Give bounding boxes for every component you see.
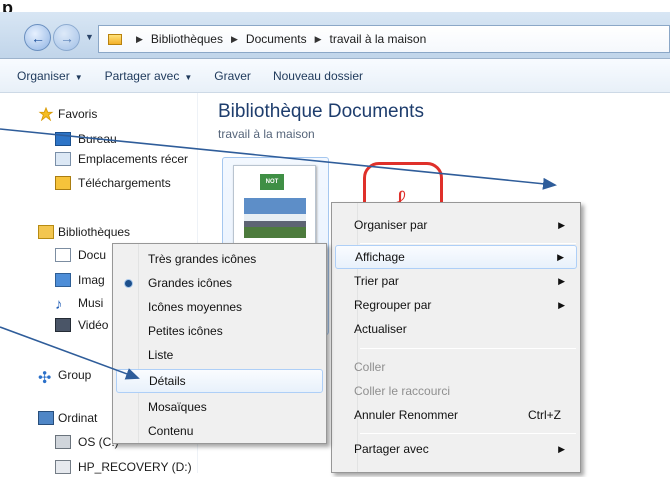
- music-library-icon: ♪: [55, 296, 63, 313]
- breadcrumb-separator-icon: ▶: [314, 33, 322, 44]
- context-sort-by[interactable]: Trier par ▶: [335, 269, 577, 293]
- back-button[interactable]: ←: [24, 24, 51, 51]
- view-details[interactable]: Détails: [116, 369, 323, 393]
- menu-separator: [360, 433, 576, 434]
- library-title: Bibliothèque Documents: [218, 101, 424, 122]
- submenu-arrow-icon: ▶: [557, 251, 564, 262]
- context-undo-rename[interactable]: Annuler Renommer Ctrl+Z: [335, 403, 577, 427]
- view-small-icons[interactable]: Petites icônes: [116, 319, 323, 343]
- star-icon: [38, 107, 54, 121]
- context-refresh[interactable]: Actualiser: [335, 317, 577, 341]
- nav-downloads[interactable]: Téléchargements: [78, 173, 171, 193]
- menu-separator: [360, 348, 576, 349]
- nav-documents[interactable]: Docu: [78, 245, 106, 265]
- submenu-arrow-icon: ▶: [558, 299, 565, 310]
- nav-desktop[interactable]: Bureau: [78, 129, 117, 149]
- library-subtitle: travail à la maison: [218, 127, 315, 141]
- history-chevron-icon[interactable]: ▼: [85, 32, 94, 42]
- breadcrumb-separator-icon: ▶: [230, 33, 238, 44]
- desktop-icon: [55, 132, 71, 146]
- back-arrow-icon: ←: [31, 30, 45, 46]
- nav-homegroup[interactable]: Group: [58, 365, 91, 385]
- menu-separator: [360, 243, 576, 244]
- context-view[interactable]: Affichage ▶: [335, 245, 577, 269]
- chevron-down-icon: ▼: [184, 72, 193, 82]
- organize-button[interactable]: Organiser ▼: [17, 69, 83, 83]
- folder-icon: [108, 33, 122, 45]
- share-with-button[interactable]: Partager avec ▼: [105, 69, 193, 83]
- nav-recent-places[interactable]: Emplacements récer: [78, 149, 188, 169]
- nav-computer[interactable]: Ordinat: [58, 408, 97, 428]
- burn-button[interactable]: Graver: [214, 69, 251, 83]
- view-medium-icons[interactable]: Icônes moyennes: [116, 295, 323, 319]
- nav-videos[interactable]: Vidéo: [78, 315, 108, 335]
- images-library-icon: [55, 273, 71, 287]
- submenu-arrow-icon: ▶: [558, 443, 565, 454]
- documents-library-icon: [55, 248, 71, 262]
- nav-libraries[interactable]: Bibliothèques: [58, 222, 130, 242]
- context-menu: Organiser par ▶ Affichage ▶ Trier par ▶ Reg…: [331, 202, 581, 473]
- view-list[interactable]: Liste: [116, 343, 323, 367]
- context-share-with[interactable]: Partager avec ▶: [335, 437, 577, 461]
- document-thumbnail[interactable]: NOT: [233, 165, 316, 253]
- homegroup-icon: ✣: [38, 370, 52, 387]
- view-tiles[interactable]: Mosaïques: [116, 395, 323, 419]
- submenu-arrow-icon: ▶: [558, 219, 565, 230]
- building-photo: [244, 198, 306, 238]
- new-folder-button[interactable]: Nouveau dossier: [273, 69, 363, 83]
- context-organize-by[interactable]: Organiser par ▶: [335, 213, 577, 237]
- forward-button[interactable]: →: [53, 24, 80, 51]
- recent-places-icon: [55, 152, 71, 166]
- explorer-titlebar: ← → ▼ ▶ Bibliothèques ▶ Documents ▶ trav…: [0, 12, 670, 59]
- submenu-arrow-icon: ▶: [558, 275, 565, 286]
- view-submenu: Très grandes icônes Grandes icônes Icône…: [112, 243, 327, 444]
- nav-recovery-drive[interactable]: HP_RECOVERY (D:): [78, 457, 192, 477]
- breadcrumb-documents[interactable]: Documents: [246, 32, 307, 46]
- address-bar[interactable]: ▶ Bibliothèques ▶ Documents ▶ travail à …: [98, 25, 670, 53]
- context-paste: Coller: [354, 360, 386, 374]
- breadcrumb-separator-icon: ▶: [136, 33, 143, 44]
- downloads-icon: [55, 176, 71, 190]
- nav-music[interactable]: Musi: [78, 293, 103, 313]
- selected-radio-icon: [125, 279, 132, 287]
- breadcrumb-work-home[interactable]: travail à la maison: [330, 32, 427, 46]
- forward-arrow-icon: →: [60, 30, 74, 46]
- view-content[interactable]: Contenu: [116, 419, 323, 443]
- context-paste-shortcut: Coller le raccourci: [354, 384, 451, 398]
- view-extra-large-icons[interactable]: Très grandes icônes: [116, 247, 323, 271]
- drive-c-icon: [55, 435, 71, 449]
- breadcrumb-libraries[interactable]: Bibliothèques: [151, 32, 223, 46]
- nav-favorites[interactable]: Favoris: [58, 104, 97, 124]
- chevron-down-icon: ▼: [74, 72, 83, 82]
- context-group-by[interactable]: Regrouper par ▶: [335, 293, 577, 317]
- view-large-icons[interactable]: Grandes icônes: [116, 271, 323, 295]
- toolbar: Organiser ▼ Partager avec ▼ Graver Nouveau…: [0, 59, 670, 93]
- libraries-icon: [38, 225, 54, 239]
- nav-images[interactable]: Imag: [78, 270, 105, 290]
- computer-icon: [38, 411, 54, 425]
- thumbnail-header: NOT: [260, 174, 284, 190]
- videos-library-icon: [55, 318, 71, 332]
- drive-d-icon: [55, 460, 71, 474]
